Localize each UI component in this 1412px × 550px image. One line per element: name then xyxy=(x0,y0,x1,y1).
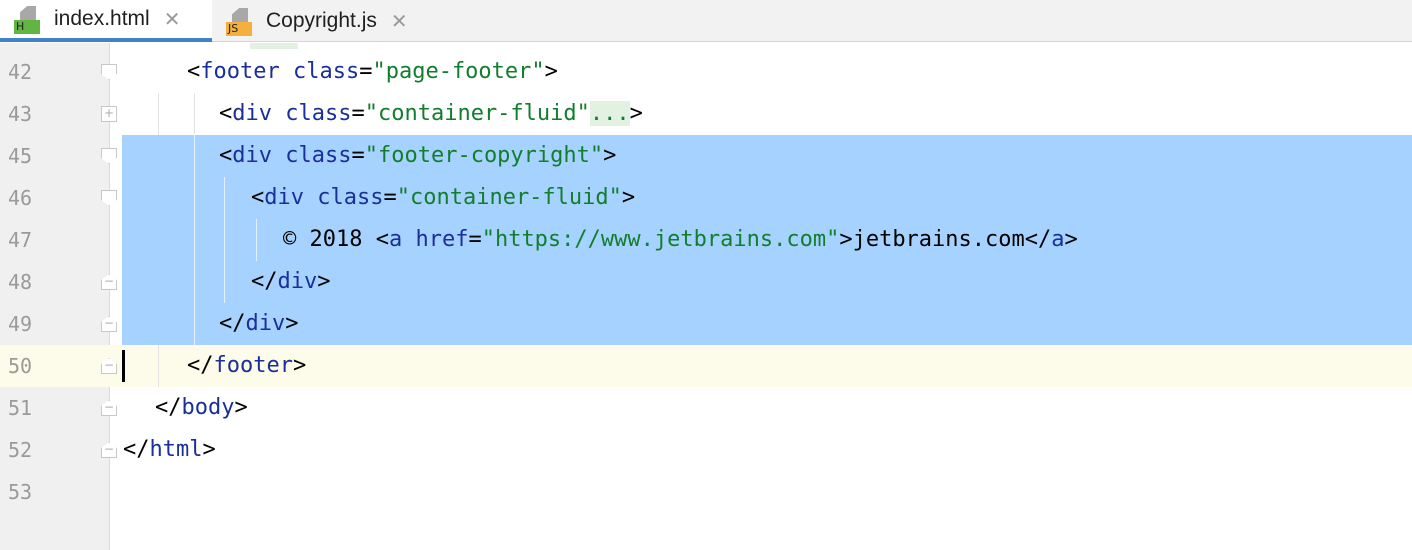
html-file-icon: H xyxy=(14,4,42,34)
code-line-48[interactable]: </div> xyxy=(251,261,331,303)
close-icon[interactable]: ✕ xyxy=(164,9,181,29)
indent-guide xyxy=(194,135,195,345)
line-number[interactable]: 46 xyxy=(8,177,48,219)
tab-index-html[interactable]: H index.html ✕ xyxy=(0,0,212,42)
line-number[interactable]: 51 xyxy=(8,387,48,429)
indent-guide xyxy=(194,93,195,135)
folded-code-placeholder[interactable]: ... xyxy=(589,101,630,126)
line-number[interactable]: 42 xyxy=(8,51,48,93)
line-number[interactable]: 48 xyxy=(8,261,48,303)
line-number[interactable]: 53 xyxy=(8,471,48,513)
code-line-51[interactable]: </body> xyxy=(155,387,248,429)
tab-label: Copyright.js xyxy=(266,9,377,32)
editor-tab-bar: H index.html ✕ JS Copyright.js ✕ xyxy=(0,0,1412,42)
code-line-50[interactable]: </footer> xyxy=(187,345,306,387)
close-icon[interactable]: ✕ xyxy=(391,11,408,31)
tab-label: index.html xyxy=(54,7,150,30)
indent-guide xyxy=(158,93,159,135)
line-number[interactable]: 50 xyxy=(8,345,48,387)
tab-copyright-js[interactable]: JS Copyright.js ✕ xyxy=(212,0,442,42)
code-line-42[interactable]: <footer class="page-footer"> xyxy=(187,51,558,93)
code-line-46[interactable]: <div class="container-fluid"> xyxy=(251,177,635,219)
line-number[interactable]: 47 xyxy=(8,219,48,261)
text-caret xyxy=(122,350,125,382)
line-number[interactable]: 45 xyxy=(8,135,48,177)
indent-guide xyxy=(224,177,225,303)
folded-region-hint xyxy=(250,43,298,49)
line-number[interactable]: 43 xyxy=(8,93,48,135)
code-line-52[interactable]: </html> xyxy=(123,429,216,471)
indent-guide xyxy=(256,219,257,261)
indent-guide xyxy=(158,345,159,387)
code-editor[interactable]: 42 43 45 46 47 48 49 50 51 52 53 + − − −… xyxy=(0,43,1412,550)
expand-fold-icon[interactable]: + xyxy=(101,106,117,122)
code-line-45[interactable]: <div class="footer-copyright"> xyxy=(219,135,616,177)
line-number[interactable]: 52 xyxy=(8,429,48,471)
code-line-49[interactable]: </div> xyxy=(219,303,299,345)
code-line-47[interactable]: © 2018 <a href="https://www.jetbrains.co… xyxy=(283,219,1078,261)
line-number[interactable]: 49 xyxy=(8,303,48,345)
js-file-icon: JS xyxy=(226,6,254,36)
code-line-43[interactable]: <div class="container-fluid"...> xyxy=(219,93,643,135)
